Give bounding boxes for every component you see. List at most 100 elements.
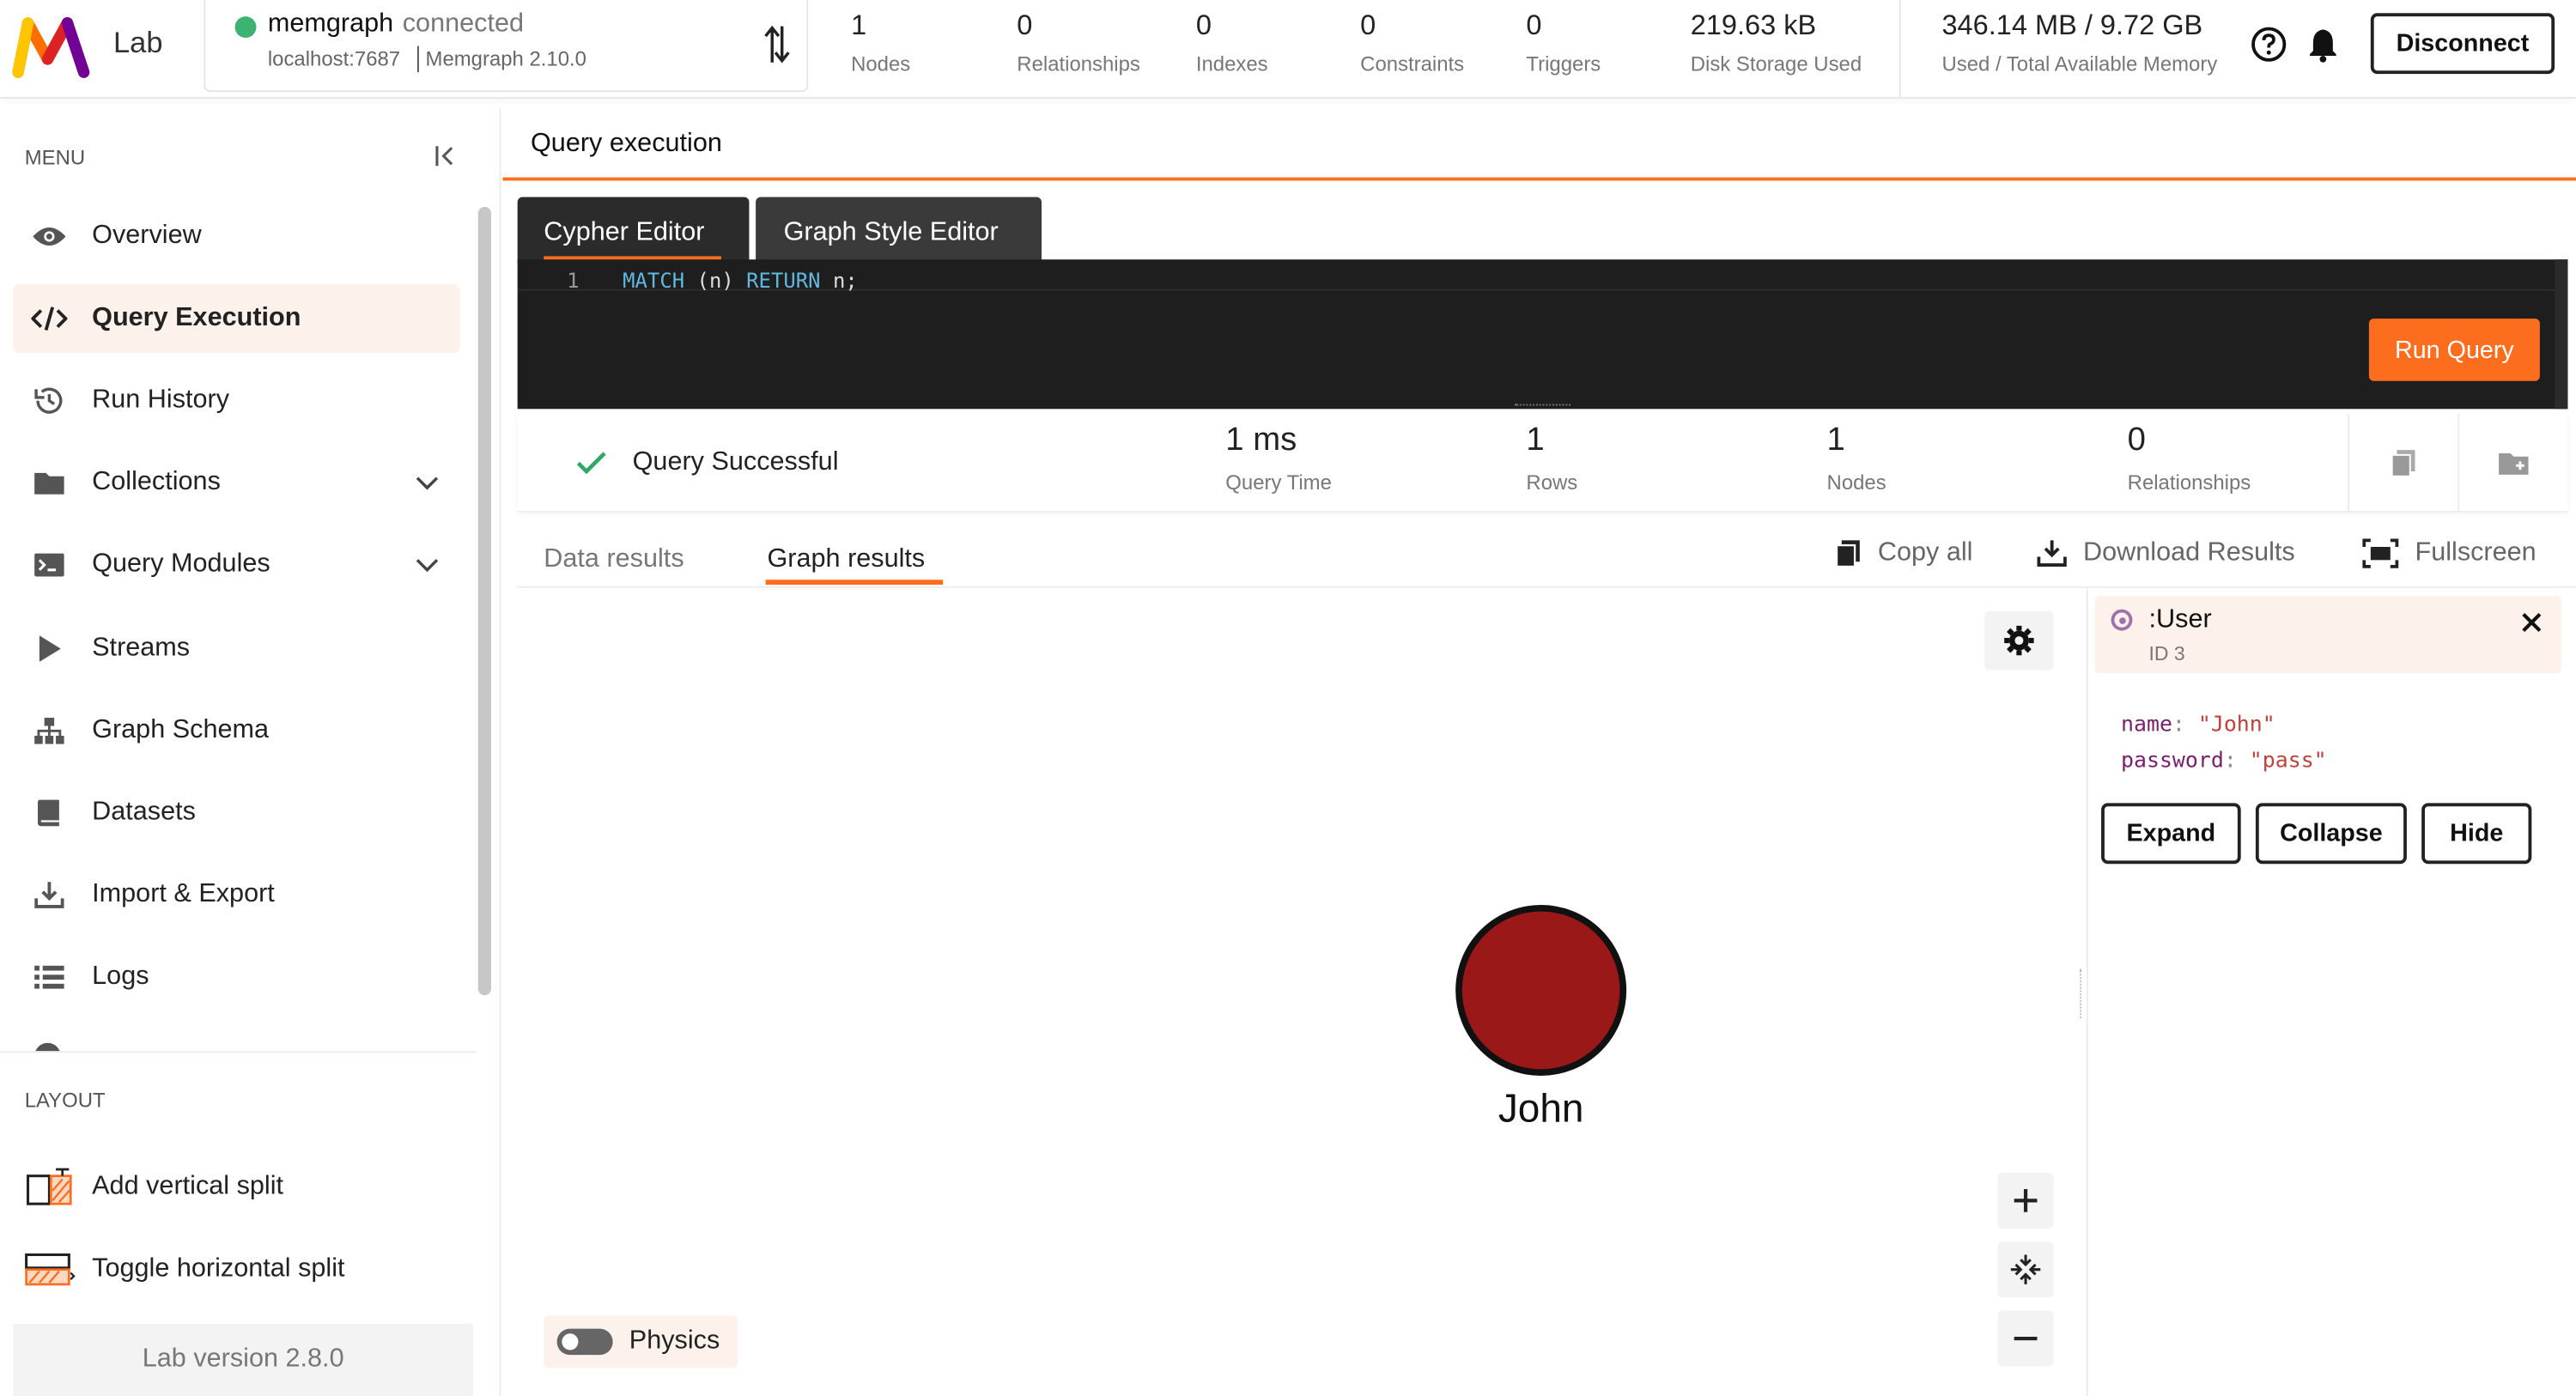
sidebar-item-import-export[interactable]: Import & Export xyxy=(13,860,459,929)
app-root: Lab memgraph connected localhost:7687 Me… xyxy=(0,0,2576,1396)
swap-vertical-icon[interactable] xyxy=(764,23,791,66)
clipped-menu-item xyxy=(29,1035,95,1052)
stat-value: 346.14 MB / 9.72 GB xyxy=(1941,9,2203,41)
graph-canvas[interactable]: John Physics xyxy=(517,587,2084,1396)
sidebar-item-collections[interactable]: Collections xyxy=(13,448,459,517)
editor-scrollbar[interactable] xyxy=(2555,259,2568,410)
sidebar-item-query-modules[interactable]: Query Modules xyxy=(13,531,459,599)
notifications-bell-icon[interactable] xyxy=(2308,27,2337,63)
summary-value: 1 xyxy=(1526,422,1545,458)
graph-node[interactable] xyxy=(1455,905,1627,1076)
physics-toggle[interactable]: Physics xyxy=(544,1315,738,1369)
stat-label: Disk Storage Used xyxy=(1690,52,1862,76)
folder-icon xyxy=(16,448,82,517)
divider xyxy=(0,1051,477,1053)
sidebar-item-label: Query Modules xyxy=(92,549,270,579)
sidebar-item-streams[interactable]: Streams xyxy=(13,614,459,683)
disconnect-button[interactable]: Disconnect xyxy=(2370,13,2555,75)
sidebar-item-datasets[interactable]: Datasets xyxy=(13,779,459,847)
query-return: n; xyxy=(820,267,858,293)
fit-to-screen-button[interactable] xyxy=(1997,1241,2054,1298)
menu-section-title: MENU xyxy=(24,146,86,170)
cypher-editor[interactable]: 1 MATCH (n) RETURN n; Run Query xyxy=(517,259,2568,410)
app-name: Lab xyxy=(113,26,163,59)
sidebar-item-label: Import & Export xyxy=(92,880,275,908)
sidebar-item-logs[interactable]: Logs xyxy=(13,943,459,1011)
vertical-split-icon xyxy=(16,1153,82,1222)
book-icon xyxy=(16,779,82,847)
resize-handle[interactable] xyxy=(1515,404,1571,410)
tab-data-results[interactable]: Data results xyxy=(544,545,683,574)
property-row: name: "John" xyxy=(2121,713,2275,737)
node-properties: name: "John" password: "pass" xyxy=(2121,707,2327,780)
graph-settings-button[interactable] xyxy=(1984,610,2054,671)
sidebar-item-graph-schema[interactable]: Graph Schema xyxy=(13,696,459,765)
hide-button[interactable]: Hide xyxy=(2421,803,2532,865)
fit-arrows-icon xyxy=(2010,1254,2041,1284)
sidebar-item-label: Collections xyxy=(92,468,221,496)
run-query-button[interactable]: Run Query xyxy=(2368,319,2540,381)
download-results-button[interactable]: Download Results xyxy=(2037,538,2295,568)
download-icon xyxy=(2037,540,2067,567)
tool-label: Download Results xyxy=(2083,538,2295,567)
stat-value: 1 xyxy=(851,9,867,41)
copy-icon xyxy=(2391,450,2415,477)
eye-icon xyxy=(16,202,82,270)
collapse-button[interactable]: Collapse xyxy=(2255,803,2407,865)
help-icon[interactable] xyxy=(2251,27,2287,63)
stat-label: Triggers xyxy=(1526,52,1601,76)
close-icon[interactable] xyxy=(2520,611,2543,634)
sidebar-item-run-history[interactable]: Run History xyxy=(13,367,459,435)
tab-cypher-editor[interactable]: Cypher Editor xyxy=(517,197,750,264)
zoom-in-button[interactable] xyxy=(1997,1172,2054,1229)
memgraph-logo xyxy=(12,17,90,78)
layout-item-label: Toggle horizontal split xyxy=(92,1254,345,1284)
tab-graph-style-editor[interactable]: Graph Style Editor xyxy=(756,197,1042,264)
panel-resize-handle[interactable] xyxy=(2080,968,2087,1019)
query-status: Query Successful xyxy=(632,448,839,476)
collapse-sidebar-icon[interactable] xyxy=(434,144,457,167)
copy-query-button[interactable] xyxy=(2349,414,2458,513)
summary-label: Rows xyxy=(1526,471,1578,495)
expand-button[interactable]: Expand xyxy=(2101,803,2241,865)
node-label: :User xyxy=(2148,605,2212,634)
connection-selector[interactable]: memgraph connected localhost:7687 Memgra… xyxy=(204,0,809,93)
node-inspector: :User ID 3 name: "John" password: "pass"… xyxy=(2086,587,2576,1396)
db-name: memgraph xyxy=(267,9,394,38)
chevron-down-icon[interactable] xyxy=(414,552,440,579)
tab-label: Cypher Editor xyxy=(544,218,705,246)
node-id: ID 3 xyxy=(2148,641,2185,665)
property-key: password xyxy=(2121,749,2224,774)
physics-label: Physics xyxy=(629,1326,720,1356)
save-to-collection-button[interactable] xyxy=(2459,414,2567,513)
layout-item-label: Add vertical split xyxy=(92,1172,284,1201)
add-vertical-split-button[interactable]: Add vertical split xyxy=(13,1153,459,1222)
summary-value: 1 xyxy=(1826,422,1845,458)
sidebar-item-query-execution[interactable]: Query Execution xyxy=(13,283,460,354)
chevron-down-icon[interactable] xyxy=(414,470,440,496)
fullscreen-button[interactable]: Fullscreen xyxy=(2362,538,2537,568)
top-bar: Lab memgraph connected localhost:7687 Me… xyxy=(0,0,2576,99)
sidebar-item-overview[interactable]: Overview xyxy=(13,202,459,270)
summary-rows: 1 Rows xyxy=(1526,422,1577,495)
minus-icon xyxy=(2014,1336,2038,1341)
fullscreen-icon xyxy=(2362,538,2399,568)
toggle-knob xyxy=(562,1333,579,1350)
list-icon xyxy=(16,943,82,1011)
tab-graph-results[interactable]: Graph results xyxy=(767,545,925,574)
sidebar-scrollbar[interactable] xyxy=(477,207,492,996)
connection-host: localhost:7687 xyxy=(267,47,401,71)
code-icon xyxy=(16,284,82,353)
property-row: password: "pass" xyxy=(2121,749,2327,774)
copy-all-button[interactable]: Copy all xyxy=(1835,538,1972,568)
summary-value: 0 xyxy=(2127,422,2146,458)
history-icon xyxy=(16,367,82,435)
hierarchy-icon xyxy=(16,696,82,765)
toggle-switch[interactable] xyxy=(556,1328,613,1356)
query-line: MATCH (n) RETURN n; xyxy=(623,268,858,293)
stat-label: Constraints xyxy=(1360,52,1465,76)
toggle-horizontal-split-button[interactable]: Toggle horizontal split xyxy=(13,1235,459,1304)
stat-label: Indexes xyxy=(1195,52,1268,76)
zoom-out-button[interactable] xyxy=(1997,1310,2054,1367)
sidebar-item-label: Run History xyxy=(92,385,230,415)
